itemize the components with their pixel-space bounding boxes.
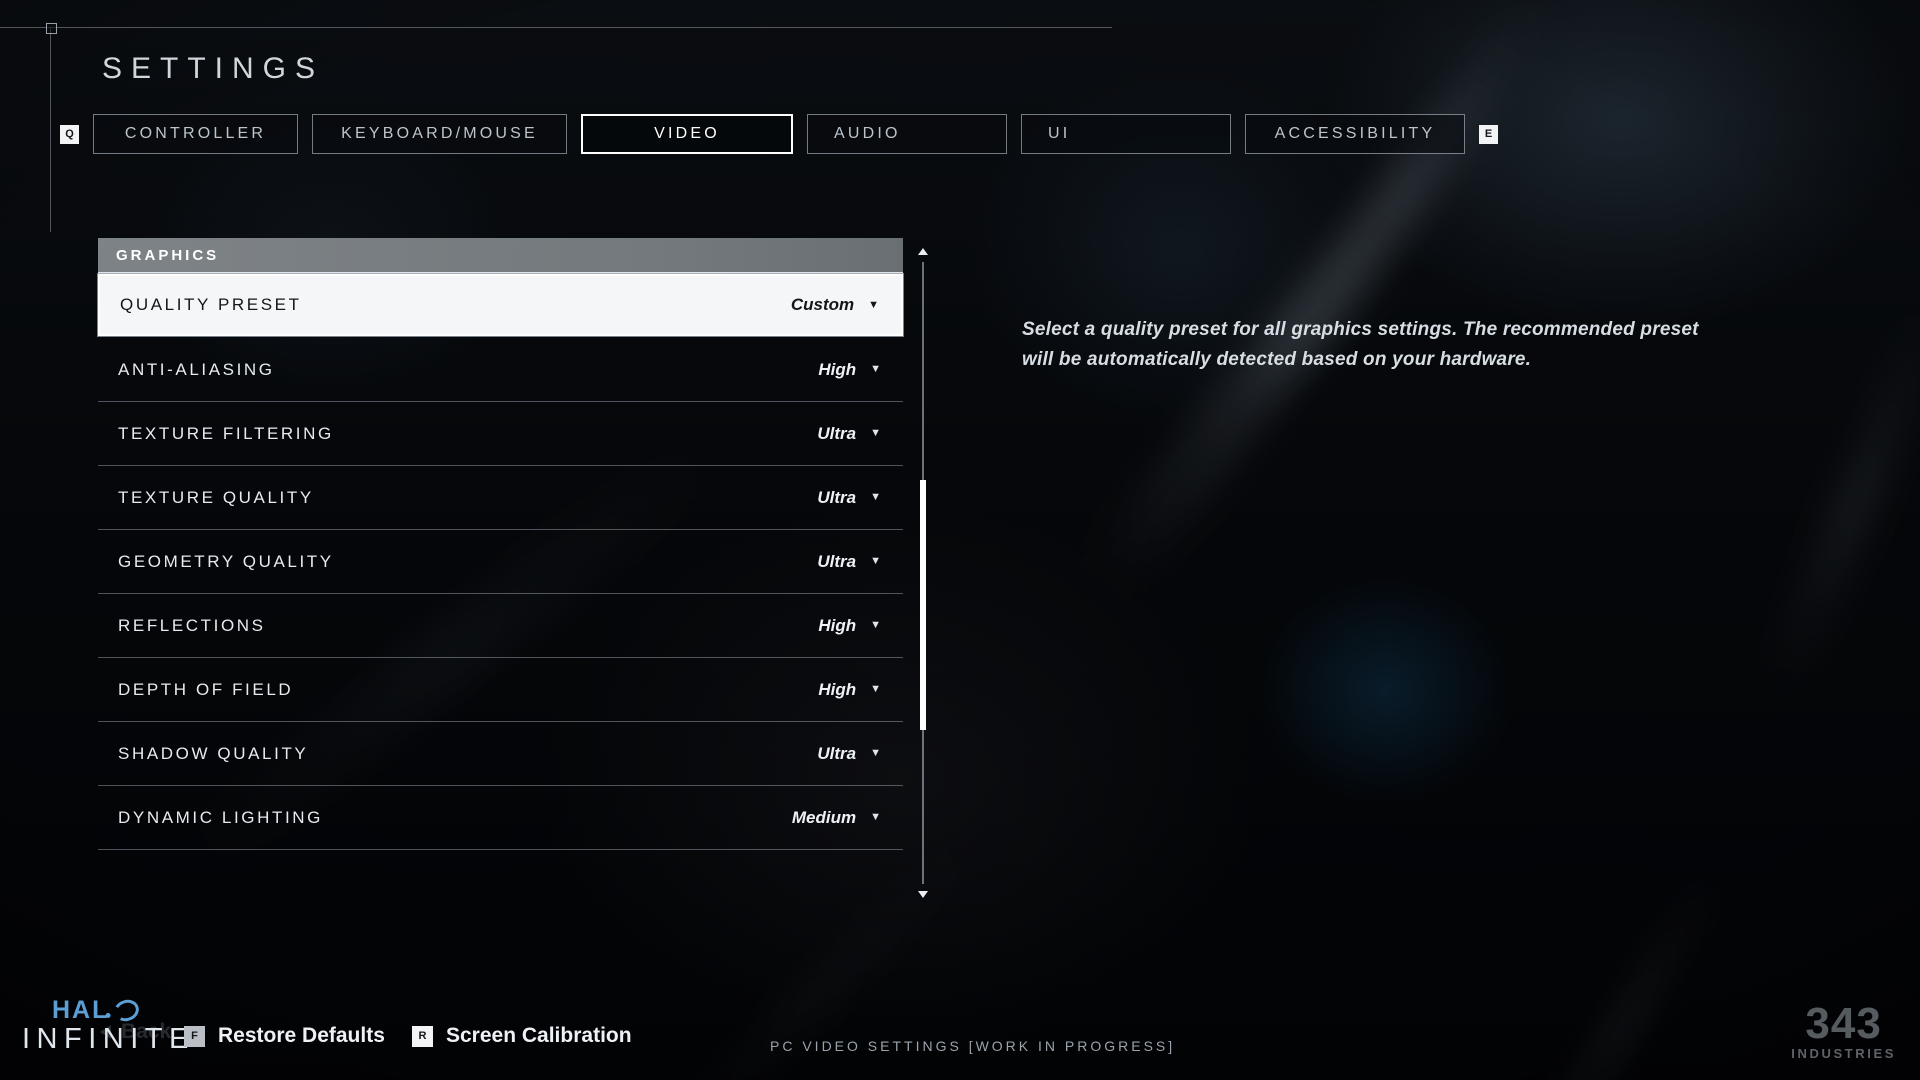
chevron-down-icon[interactable]: ▼ — [870, 684, 881, 695]
frame-corner-node — [46, 23, 57, 34]
setting-value-group[interactable]: High ▼ — [818, 360, 881, 380]
setting-label: SHADOW QUALITY — [118, 743, 309, 763]
setting-label: REFLECTIONS — [118, 615, 266, 635]
tab-accessibility[interactable]: ACCESSIBILITY — [1245, 114, 1465, 154]
setting-row-quality-preset[interactable]: QUALITY PRESET Custom ▼ — [97, 273, 904, 337]
settings-group-header: GRAPHICS — [98, 238, 903, 274]
setting-label: GEOMETRY QUALITY — [118, 551, 334, 571]
setting-value-group[interactable]: Ultra ▼ — [817, 488, 881, 508]
studio-logo-number: 343 — [1805, 999, 1882, 1048]
halo-wordmark: HAL — [52, 996, 143, 1025]
chevron-down-icon[interactable]: ▼ — [870, 620, 881, 631]
studio-logo-subtitle: INDUSTRIES — [1791, 1046, 1896, 1061]
tab-keyboard-mouse[interactable]: KEYBOARD/MOUSE — [312, 114, 567, 154]
restore-defaults-label: Restore Defaults — [218, 1024, 385, 1047]
footer-bar: Back HAL INFINITE F Restore Defaults R S… — [0, 970, 1920, 1080]
chevron-down-icon[interactable]: ▼ — [870, 812, 881, 823]
setting-value-group[interactable]: Ultra ▼ — [817, 552, 881, 572]
tab-audio[interactable]: AUDIO — [807, 114, 1007, 154]
setting-value-group[interactable]: Custom ▼ — [791, 295, 879, 315]
chevron-down-icon[interactable]: ▼ — [870, 556, 881, 567]
halo-text: HAL — [52, 996, 110, 1024]
scroll-down-arrow-icon[interactable] — [918, 891, 928, 898]
scrollbar-thumb[interactable] — [920, 480, 926, 730]
setting-row-reflections[interactable]: REFLECTIONS High ▼ — [98, 594, 903, 658]
setting-row-anti-aliasing[interactable]: ANTI-ALIASING High ▼ — [98, 338, 903, 402]
screen-calibration-label: Screen Calibration — [446, 1024, 632, 1047]
calibration-key-badge: R — [412, 1025, 433, 1047]
scroll-up-arrow-icon[interactable] — [918, 248, 928, 255]
setting-value-group[interactable]: High ▼ — [818, 680, 881, 700]
chevron-down-icon[interactable]: ▼ — [870, 364, 881, 375]
setting-value: High — [818, 359, 857, 379]
chevron-down-icon[interactable]: ▼ — [870, 428, 881, 439]
setting-value-group[interactable]: Medium ▼ — [792, 808, 881, 828]
setting-row-dynamic-lighting[interactable]: DYNAMIC LIGHTING Medium ▼ — [98, 786, 903, 850]
setting-value-group[interactable]: Ultra ▼ — [817, 744, 881, 764]
setting-row-geometry-quality[interactable]: GEOMETRY QUALITY Ultra ▼ — [98, 530, 903, 594]
next-tab-key-badge[interactable]: E — [1479, 124, 1498, 144]
setting-label: ANTI-ALIASING — [118, 359, 275, 379]
setting-value: Medium — [791, 807, 857, 827]
page-title: SETTINGS — [102, 52, 325, 85]
setting-value: Ultra — [817, 487, 857, 507]
setting-label: TEXTURE QUALITY — [118, 487, 314, 507]
setting-row-depth-of-field[interactable]: DEPTH OF FIELD High ▼ — [98, 658, 903, 722]
tab-ui[interactable]: UI — [1021, 114, 1231, 154]
setting-value-group[interactable]: Ultra ▼ — [817, 424, 881, 444]
setting-value: Ultra — [817, 743, 857, 763]
restore-defaults-button[interactable]: F Restore Defaults — [184, 1024, 385, 1048]
setting-label: DEPTH OF FIELD — [118, 679, 294, 699]
settings-scrollbar[interactable] — [916, 248, 930, 898]
halo-ring-icon — [111, 996, 143, 1025]
setting-description-text: Select a quality preset for all graphics… — [1022, 319, 1699, 370]
setting-row-shadow-quality[interactable]: SHADOW QUALITY Ultra ▼ — [98, 722, 903, 786]
frame-vertical-rule — [50, 27, 51, 232]
setting-value: Custom — [790, 295, 855, 314]
settings-list-panel: GRAPHICS QUALITY PRESET Custom ▼ ANTI-AL… — [97, 238, 904, 850]
footer-status-text: PC VIDEO SETTINGS [WORK IN PROGRESS] — [770, 1038, 1176, 1054]
setting-row-texture-quality[interactable]: TEXTURE QUALITY Ultra ▼ — [98, 466, 903, 530]
setting-label: QUALITY PRESET — [120, 295, 302, 314]
screen-calibration-button[interactable]: R Screen Calibration — [412, 1024, 632, 1048]
settings-tab-bar: Q CONTROLLER KEYBOARD/MOUSE VIDEO AUDIO … — [60, 114, 1498, 154]
setting-label: DYNAMIC LIGHTING — [118, 807, 324, 827]
setting-row-texture-filtering[interactable]: TEXTURE FILTERING Ultra ▼ — [98, 402, 903, 466]
setting-value: Ultra — [817, 551, 857, 571]
setting-value: High — [818, 679, 857, 699]
chevron-down-icon[interactable]: ▼ — [868, 299, 879, 311]
infinite-wordmark: INFINITE — [22, 1023, 195, 1055]
prev-tab-key-badge[interactable]: Q — [60, 124, 79, 144]
restore-key-badge: F — [184, 1025, 205, 1047]
setting-label: TEXTURE FILTERING — [118, 423, 334, 443]
tab-video[interactable]: VIDEO — [581, 114, 793, 154]
studio-logo-343: 343 INDUSTRIES — [1791, 999, 1896, 1061]
setting-value: Ultra — [817, 423, 857, 443]
setting-value-group[interactable]: High ▼ — [818, 616, 881, 636]
frame-horizontal-rule — [0, 27, 1112, 28]
chevron-down-icon[interactable]: ▼ — [870, 492, 881, 503]
chevron-down-icon[interactable]: ▼ — [870, 748, 881, 759]
setting-value: High — [818, 615, 857, 635]
tab-controller[interactable]: CONTROLLER — [93, 114, 298, 154]
